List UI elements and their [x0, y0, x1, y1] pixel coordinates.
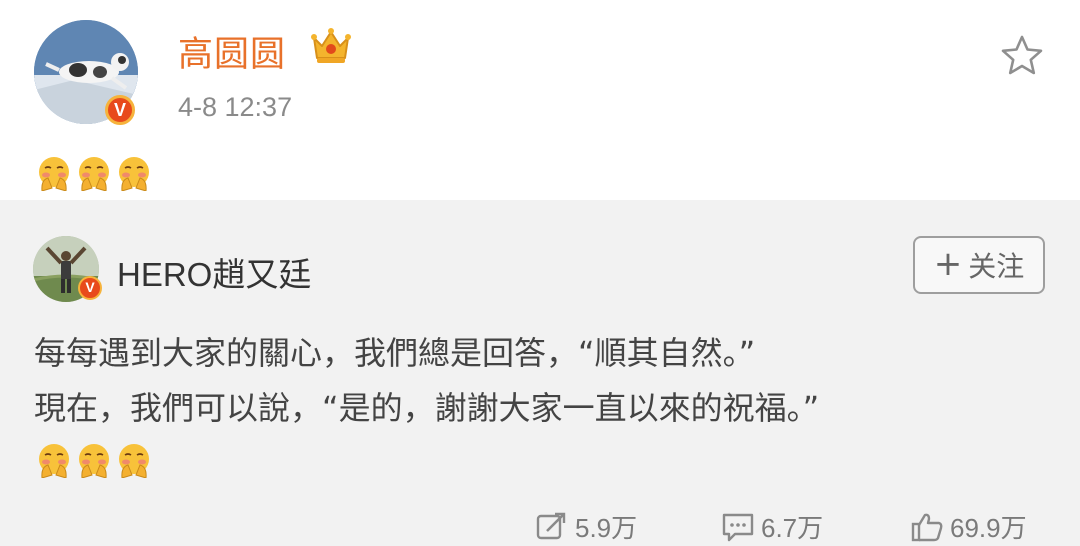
blushing-hands-emoji-icon [39, 444, 69, 478]
repost-author-name[interactable]: HERO趙又廷 [117, 248, 311, 296]
star-outline-icon[interactable] [1000, 34, 1044, 76]
thumbs-up-icon [911, 513, 943, 541]
post-emoji-row [36, 155, 152, 191]
follow-button[interactable]: + 关注 [913, 236, 1045, 294]
crown-icon [311, 28, 351, 63]
verified-badge-icon: V [105, 95, 135, 125]
blushing-hands-emoji-icon [79, 157, 109, 191]
comment-icon [722, 513, 754, 541]
plus-icon: + [933, 243, 963, 284]
blushing-hands-emoji-icon [79, 444, 109, 478]
comment-count: 6.7万 [761, 513, 824, 543]
follow-button-label: 关注 [968, 250, 1025, 283]
repost-count: 5.9万 [575, 513, 638, 543]
repost-count-button[interactable]: 5.9万 [535, 508, 637, 545]
author-name[interactable]: 高圆圆 [178, 26, 286, 77]
like-count: 69.9万 [950, 513, 1027, 543]
blushing-hands-emoji-icon [119, 444, 149, 478]
repost-emoji-row [36, 442, 152, 478]
post-time: 4-8 12:37 [178, 92, 293, 122]
blushing-hands-emoji-icon [119, 157, 149, 191]
repost-box[interactable]: V HERO趙又廷 + 关注 每每遇到大家的關心，我們總是回答，“順其自然。” … [0, 200, 1080, 546]
repost-text: 每每遇到大家的關心，我們總是回答，“順其自然。” 現在，我們可以說，“是的，謝謝… [34, 334, 820, 427]
post-header: V 高圆圆 4-8 12:37 [0, 0, 1080, 200]
blushing-hands-emoji-icon [39, 157, 69, 191]
repost-icon [536, 512, 566, 539]
repost-verified-badge-icon: V [78, 276, 102, 300]
like-count-button[interactable]: 69.9万 [910, 508, 1027, 545]
comment-count-button[interactable]: 6.7万 [721, 508, 823, 545]
